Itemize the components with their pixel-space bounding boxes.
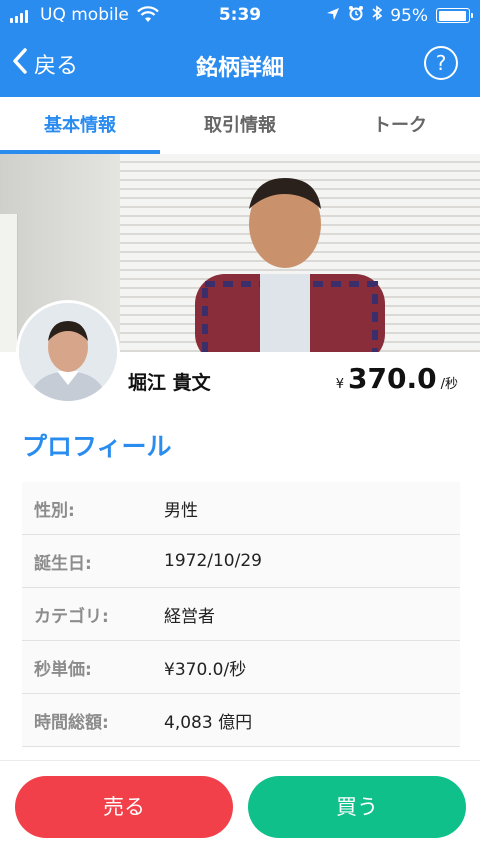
- tab-talk[interactable]: トーク: [320, 97, 480, 154]
- row-value: 1972/10/29: [164, 551, 262, 571]
- tab-basic-info[interactable]: 基本情報: [0, 97, 160, 154]
- table-row: 秒単価: ¥370.0/秒: [22, 641, 460, 694]
- buy-button[interactable]: 買う: [248, 776, 466, 838]
- status-right: 95%: [326, 5, 473, 26]
- row-value: 男性: [164, 500, 198, 521]
- help-button[interactable]: ?: [424, 46, 458, 80]
- person-name: 堀江 貴文: [128, 372, 211, 394]
- price-display: ¥ 370.0 /秒: [336, 362, 458, 395]
- person-photo: [195, 178, 385, 352]
- sell-button[interactable]: 売る: [15, 776, 233, 838]
- app-header: UQ mobile 5:39 95% 戻る 銘柄詳細 ?: [0, 0, 480, 97]
- battery-icon: [436, 8, 473, 23]
- location-arrow-icon: [326, 6, 340, 26]
- row-value: 4,083 億円: [164, 712, 253, 733]
- nav-bar: 戻る 銘柄詳細 ?: [0, 32, 480, 97]
- tab-bar: 基本情報 取引情報 トーク: [0, 97, 480, 154]
- row-label: 時間総額:: [34, 712, 109, 733]
- row-label: 誕生日:: [34, 553, 92, 574]
- tab-trade-info[interactable]: 取引情報: [160, 97, 320, 154]
- row-label: 秒単価:: [34, 659, 92, 680]
- bluetooth-icon: [372, 5, 383, 26]
- row-label: カテゴリ:: [34, 606, 109, 627]
- row-label: 性別:: [34, 500, 75, 521]
- row-value: ¥370.0/秒: [164, 659, 247, 680]
- page-title: 銘柄詳細: [195, 56, 284, 81]
- table-row: 時間総額: 4,083 億円: [22, 694, 460, 747]
- alarm-clock-icon: [348, 5, 364, 26]
- avatar: [16, 300, 120, 404]
- action-bar: 売る 買う: [0, 760, 480, 852]
- price-unit: /秒: [440, 377, 458, 392]
- battery-percent: 95%: [390, 5, 428, 26]
- table-row: カテゴリ: 経営者: [22, 588, 460, 641]
- price-value: 370.0: [348, 362, 437, 395]
- avatar-portrait: [19, 303, 117, 401]
- profile-section-title: プロフィール: [22, 432, 172, 461]
- table-row: 性別: 男性: [22, 482, 460, 535]
- row-value: 経営者: [164, 606, 215, 627]
- profile-table: 性別: 男性 誕生日: 1972/10/29 カテゴリ: 経営者 秒単価: ¥3…: [22, 482, 460, 747]
- status-bar: UQ mobile 5:39 95%: [0, 0, 480, 32]
- price-currency: ¥: [335, 377, 345, 392]
- table-row: 誕生日: 1972/10/29: [22, 535, 460, 588]
